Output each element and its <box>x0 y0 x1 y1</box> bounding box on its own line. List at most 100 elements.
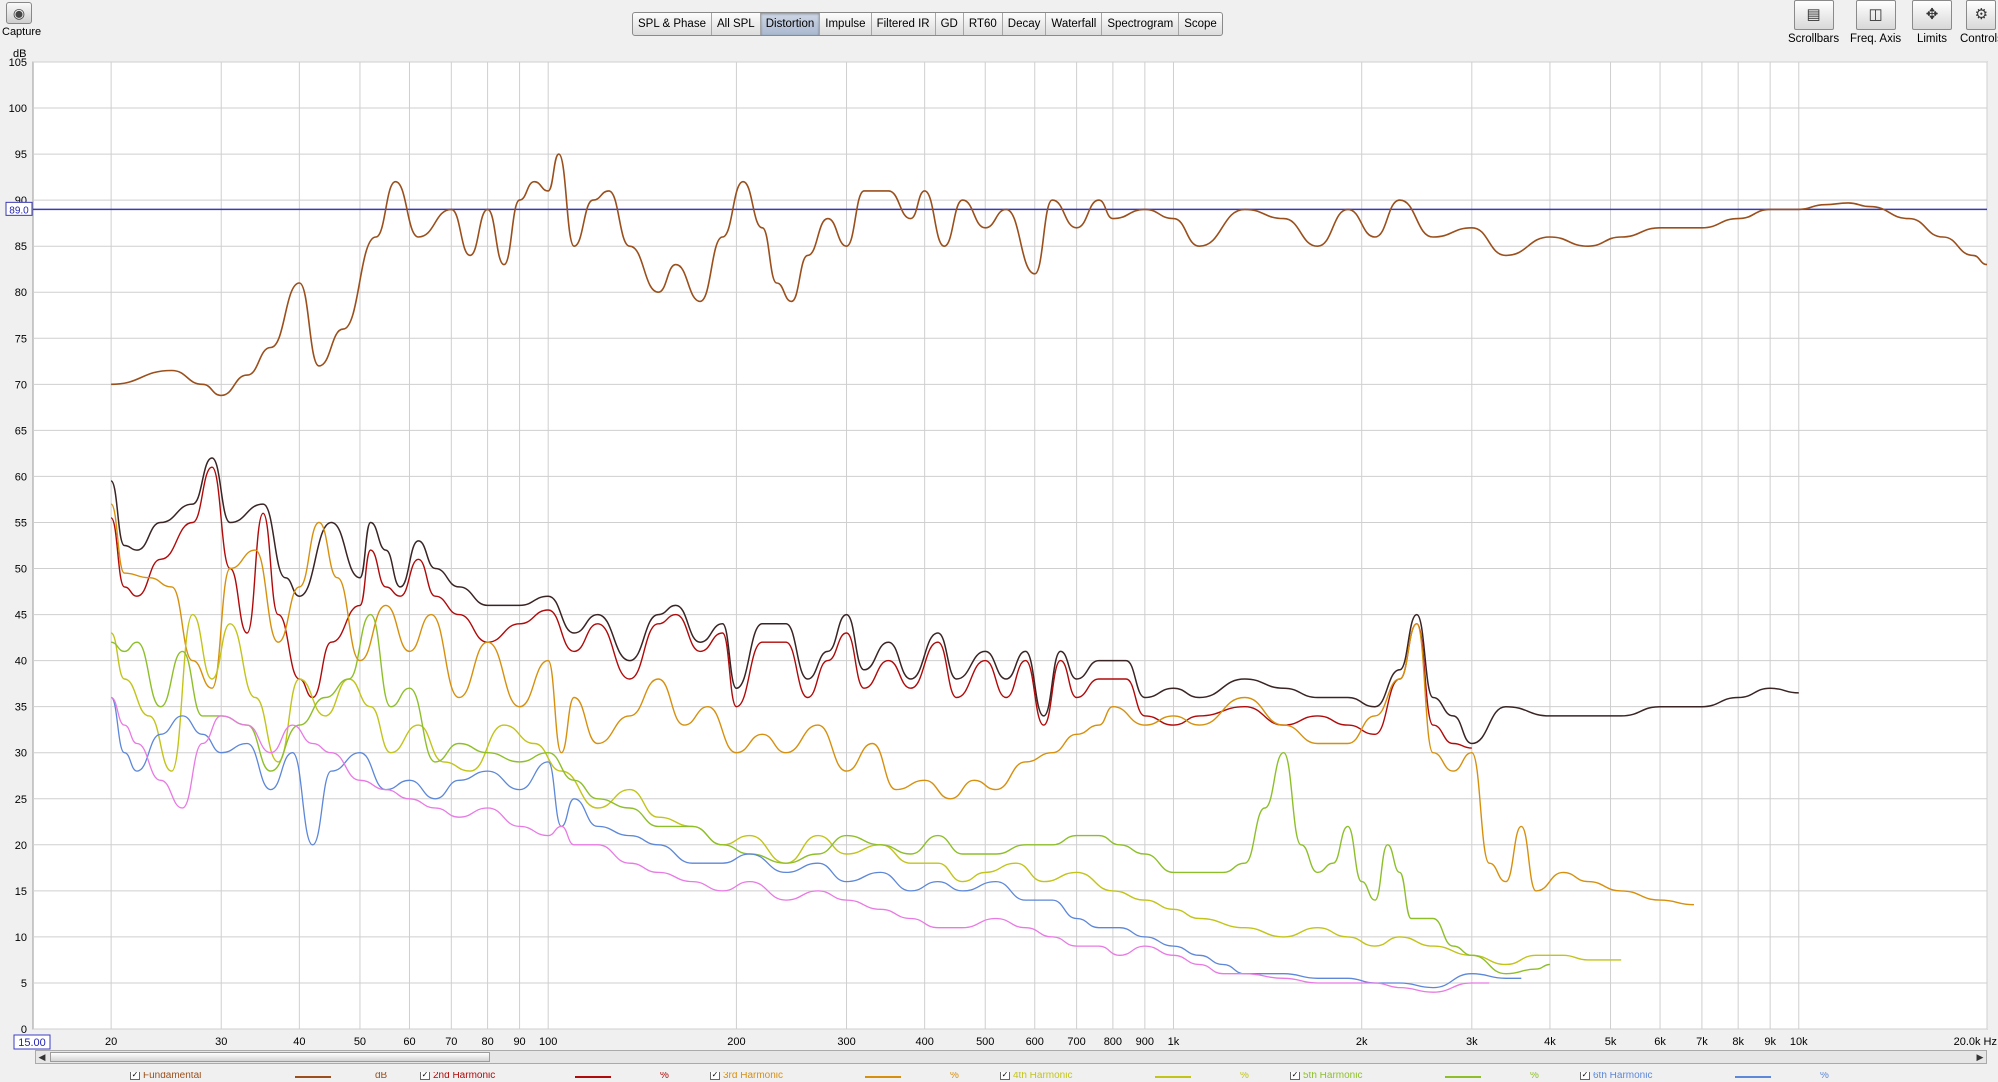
x-tick-label: 7k <box>1696 1036 1708 1048</box>
legend-item-6th-harmonic[interactable]: ✓ 6th Harmonic % <box>1580 1072 1829 1081</box>
x-tick-label: 8k <box>1732 1036 1744 1048</box>
plot-area <box>32 61 1988 1030</box>
x-tick-label: 6k <box>1654 1036 1666 1048</box>
x-tick-label: 20 <box>105 1036 117 1048</box>
scrollbar-thumb[interactable] <box>50 1052 490 1062</box>
tab-spectrogram[interactable]: Spectrogram <box>1102 13 1180 35</box>
scroll-left-icon[interactable]: ◀ <box>36 1051 48 1063</box>
y-tick-label: 40 <box>15 656 27 668</box>
legend-label: 2nd Harmonic <box>433 1072 496 1081</box>
tab-spl-phase[interactable]: SPL & Phase <box>633 13 712 35</box>
checkbox-icon[interactable]: ✓ <box>1580 1072 1590 1080</box>
x-tick-label: 800 <box>1104 1036 1122 1048</box>
x-tick-label: 500 <box>976 1036 994 1048</box>
y-tick-label: 75 <box>15 333 27 345</box>
scrollbars-button[interactable]: ▤ Scrollbars <box>1788 0 1839 45</box>
y-tick-label: 5 <box>21 978 27 990</box>
y-tick-label: 30 <box>15 748 27 760</box>
x-tick-label: 100 <box>539 1036 557 1048</box>
y-tick-label: 65 <box>15 425 27 437</box>
legend-swatch <box>1735 1076 1771 1078</box>
y-tick-label: 85 <box>15 241 27 253</box>
x-tick-label: 4k <box>1544 1036 1556 1048</box>
limits-button[interactable]: ✥ Limits <box>1912 0 1952 45</box>
y-tick-label: 25 <box>15 794 27 806</box>
checkbox-icon[interactable]: ✓ <box>1290 1072 1300 1080</box>
tab-scope[interactable]: Scope <box>1179 13 1222 35</box>
x-tick-label: 30 <box>215 1036 227 1048</box>
scroll-right-icon[interactable]: ▶ <box>1974 1051 1986 1063</box>
top-toolbar: ◉ Capture SPL & Phase All SPL Distortion… <box>0 0 1998 60</box>
x-tick-label: 2k <box>1356 1036 1368 1048</box>
checkbox-icon[interactable]: ✓ <box>130 1072 140 1080</box>
legend-swatch <box>1445 1076 1481 1078</box>
legend-item-fundamental[interactable]: ✓ Fundamental dB <box>130 1072 387 1081</box>
tab-waterfall[interactable]: Waterfall <box>1046 13 1103 35</box>
legend-unit: % <box>950 1072 959 1081</box>
x-tick-label: 9k <box>1764 1036 1776 1048</box>
tab-rt60[interactable]: RT60 <box>964 13 1003 35</box>
legend-swatch <box>1155 1076 1191 1078</box>
x-tick-label: 300 <box>837 1036 855 1048</box>
legend-label: 6th Harmonic <box>1593 1072 1653 1081</box>
controls-button[interactable]: ⚙ Controls <box>1960 0 1998 45</box>
legend-swatch <box>575 1076 611 1078</box>
legend-label: 5th Harmonic <box>1303 1072 1363 1081</box>
tab-all-spl[interactable]: All SPL <box>712 13 761 35</box>
legend-item-4th-harmonic[interactable]: ✓ 4th Harmonic % <box>1000 1072 1249 1081</box>
legend: ✓ Fundamental dB ✓ 2nd Harmonic % ✓ 3rd Har… <box>130 1072 1990 1082</box>
legend-unit: % <box>660 1072 669 1081</box>
legend-unit: % <box>1820 1072 1829 1081</box>
x-tick-label: 700 <box>1067 1036 1085 1048</box>
y-tick-label: 0 <box>21 1024 27 1036</box>
x-tick-label: 600 <box>1026 1036 1044 1048</box>
x-tick-label: 400 <box>915 1036 933 1048</box>
x-tick-label: 70 <box>445 1036 457 1048</box>
x-tick-label: 900 <box>1136 1036 1154 1048</box>
freq-axis-icon: ◫ <box>1855 0 1896 30</box>
tab-distortion[interactable]: Distortion <box>760 13 821 35</box>
y-tick-label: 100 <box>9 103 27 115</box>
arrows-icon: ✥ <box>1912 0 1952 30</box>
x-start-label: 15.00 <box>18 1037 46 1049</box>
freq-axis-label: Freq. Axis <box>1850 33 1902 45</box>
distortion-chart[interactable]: 0 5 10 15 20 25 30 35 40 45 50 55 60 65 70 75 80 85 90 95 10… <box>0 56 1998 1052</box>
capture-label: Capture <box>2 26 42 38</box>
legend-item-5th-harmonic[interactable]: ✓ 5th Harmonic % <box>1290 1072 1539 1081</box>
legend-label: 4th Harmonic <box>1013 1072 1073 1081</box>
y-tick-label: 70 <box>15 379 27 391</box>
scrollbars-label: Scrollbars <box>1788 33 1840 45</box>
level-marker-label: 89.0 <box>9 205 29 216</box>
tab-gd[interactable]: GD <box>936 13 964 35</box>
limits-label: Limits <box>1916 33 1948 45</box>
tab-decay[interactable]: Decay <box>1003 13 1047 35</box>
tab-filtered-ir[interactable]: Filtered IR <box>872 13 936 35</box>
horizontal-scrollbar[interactable]: ◀ ▶ <box>35 1050 1987 1064</box>
y-tick-label: 95 <box>15 149 27 161</box>
checkbox-icon[interactable]: ✓ <box>420 1072 430 1080</box>
y-tick-label: 60 <box>15 471 27 483</box>
legend-swatch <box>295 1076 331 1078</box>
legend-item-2nd-harmonic[interactable]: ✓ 2nd Harmonic % <box>420 1072 669 1081</box>
x-tick-label: 20.0k Hz <box>1954 1036 1997 1048</box>
checkbox-icon[interactable]: ✓ <box>1000 1072 1010 1080</box>
legend-label: 3rd Harmonic <box>723 1072 784 1081</box>
y-tick-label: 45 <box>15 610 27 622</box>
y-tick-label: 80 <box>15 287 27 299</box>
tab-impulse[interactable]: Impulse <box>820 13 872 35</box>
camera-icon: ◉ <box>6 2 32 24</box>
y-tick-label: 20 <box>15 840 27 852</box>
legend-swatch <box>865 1076 901 1078</box>
capture-button[interactable]: ◉ Capture <box>2 2 41 38</box>
x-tick-label: 80 <box>481 1036 493 1048</box>
y-tick-label: 50 <box>15 564 27 576</box>
freq-axis-button[interactable]: ◫ Freq. Axis <box>1850 0 1901 45</box>
y-tick-label: 10 <box>15 932 27 944</box>
x-tick-label: 90 <box>513 1036 525 1048</box>
x-tick-label: 5k <box>1605 1036 1617 1048</box>
x-tick-label: 40 <box>293 1036 305 1048</box>
checkbox-icon[interactable]: ✓ <box>710 1072 720 1080</box>
scrollbars-icon: ▤ <box>1793 0 1834 30</box>
legend-item-3rd-harmonic[interactable]: ✓ 3rd Harmonic % <box>710 1072 959 1081</box>
y-tick-label: 105 <box>9 57 27 69</box>
